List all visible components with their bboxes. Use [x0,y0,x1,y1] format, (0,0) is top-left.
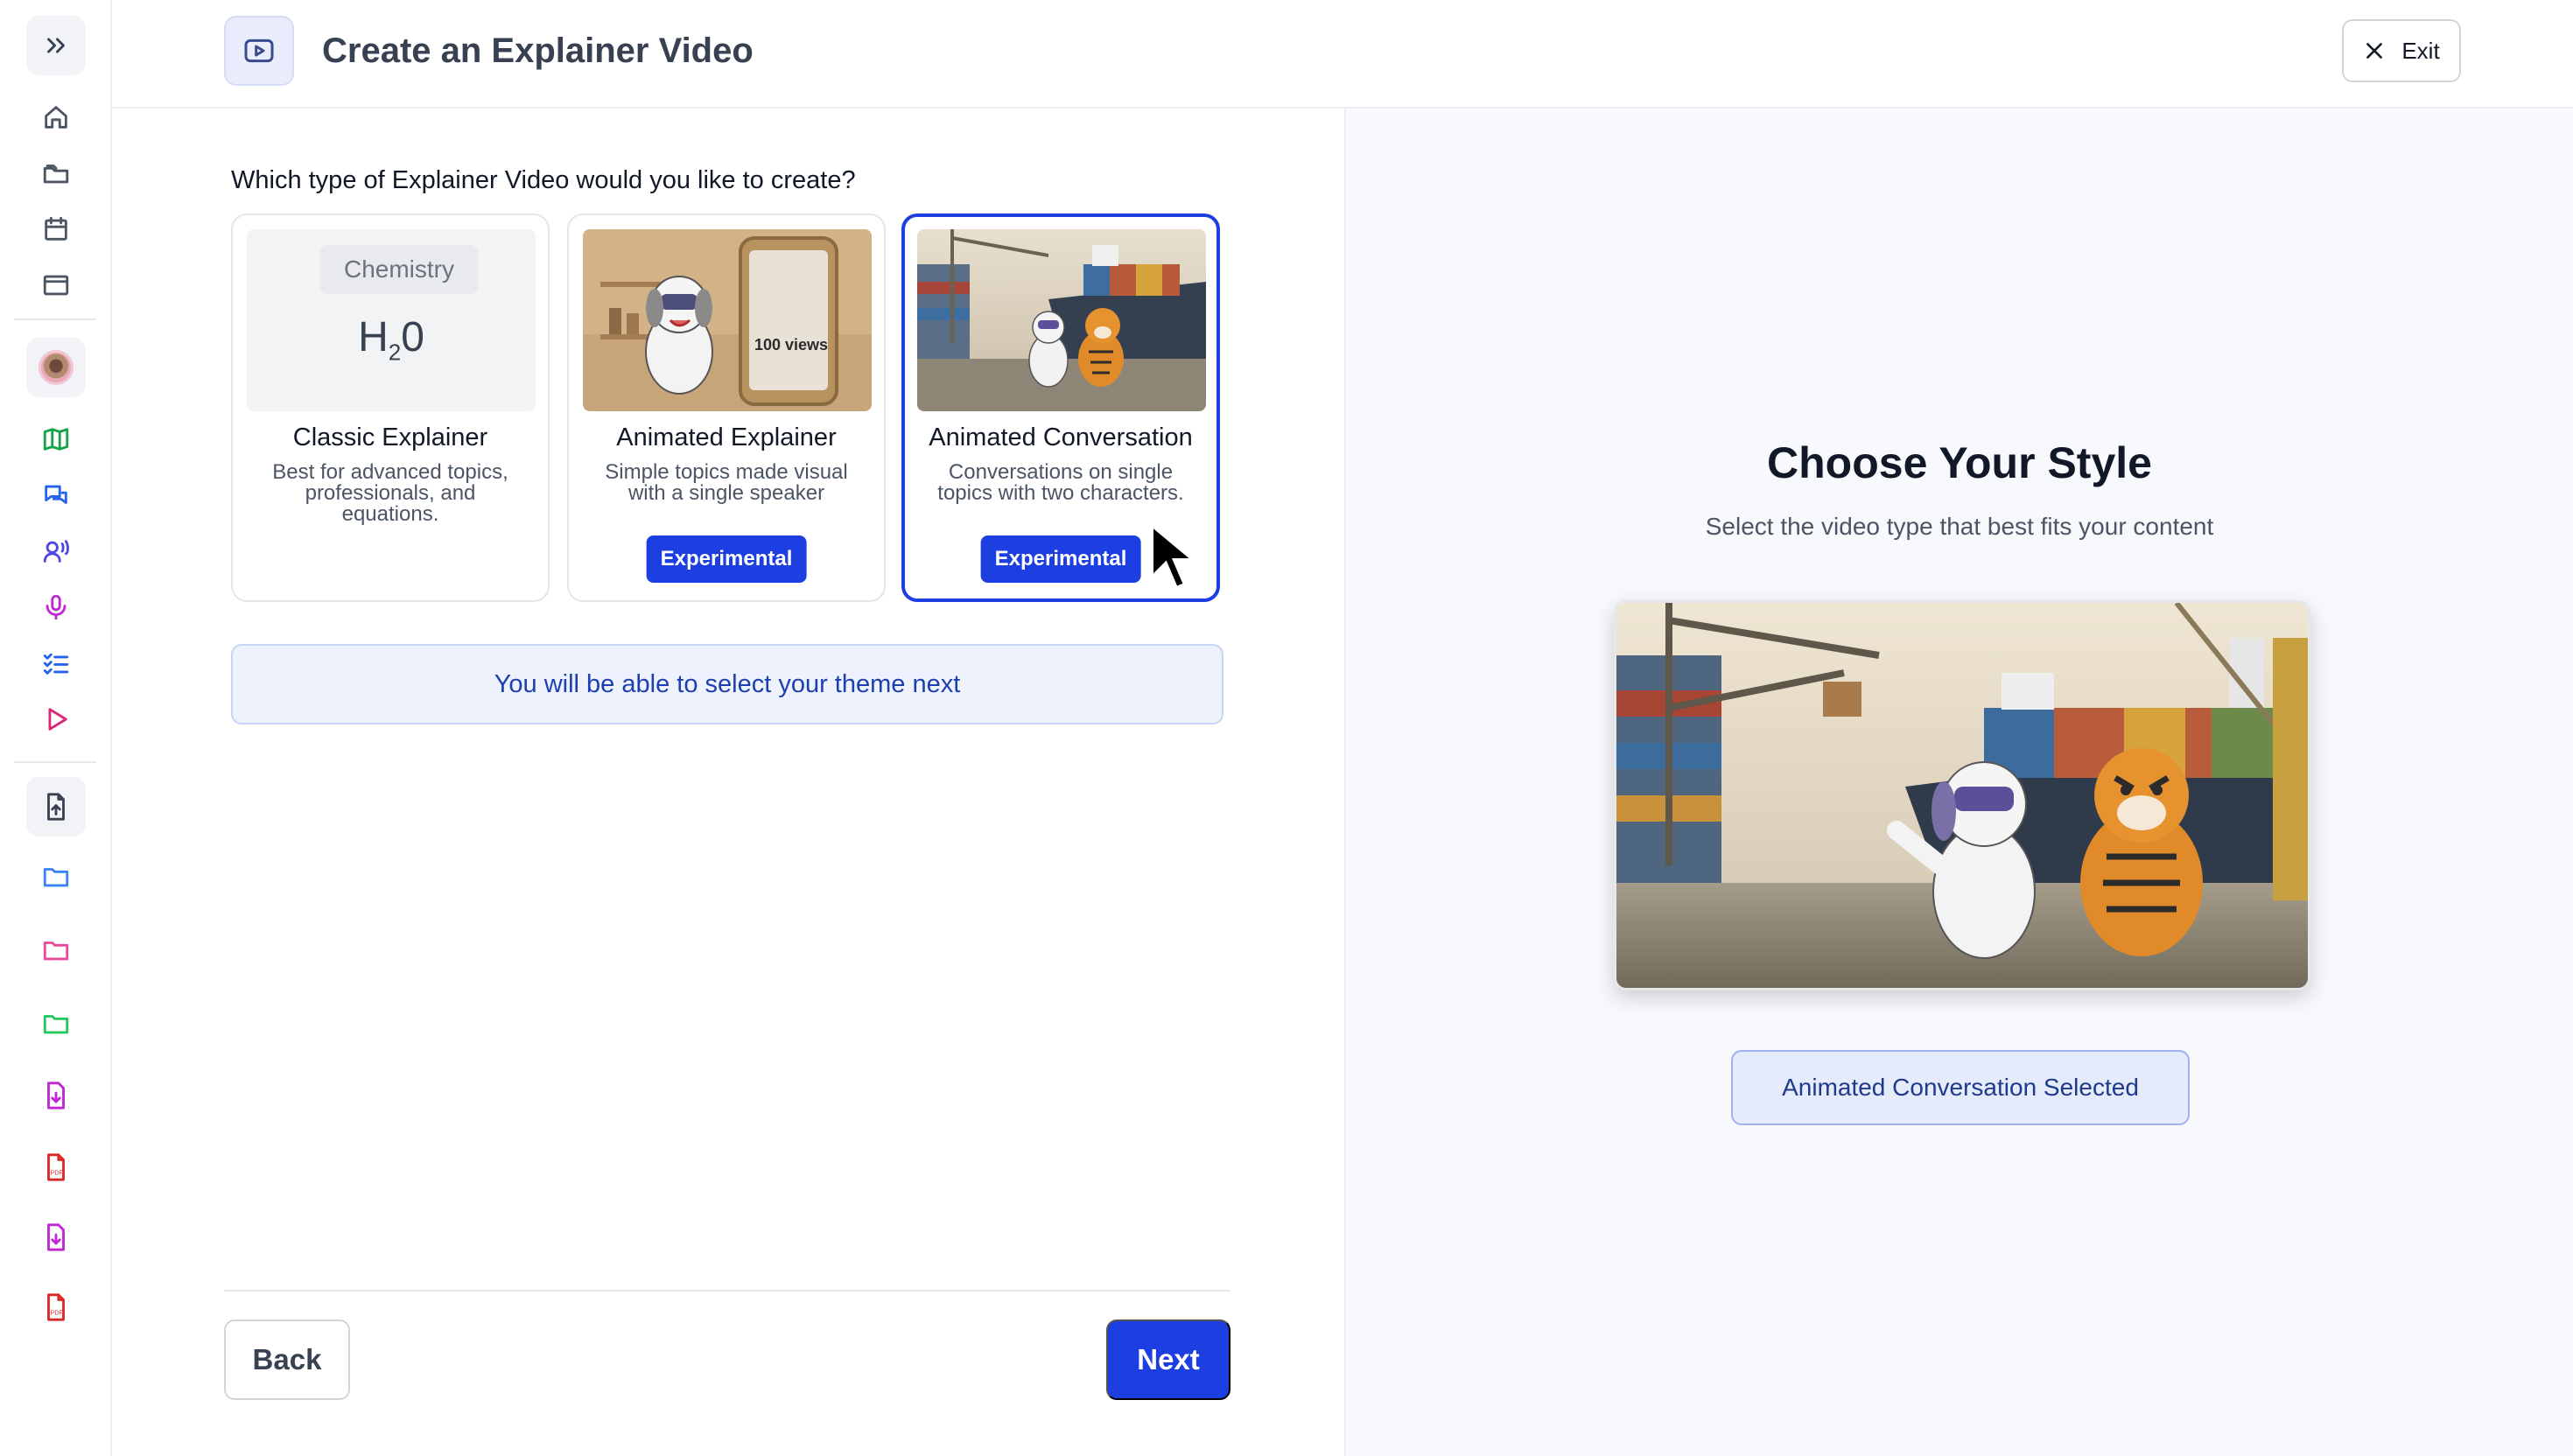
map-icon [43,428,69,451]
chat-icon [45,485,67,504]
card-classic-explainer[interactable]: Chemistry H20 Classic Explainer Best for… [231,214,550,602]
style-preview-panel: Choose Your Style Select the video type … [1344,108,2573,1456]
folder-pink-icon [43,942,69,961]
chemistry-label: Chemistry [320,245,478,294]
pdf-icon: PDF [47,1293,65,1321]
sidebar-item-download-1[interactable] [26,1066,86,1125]
sidebar-item-pdf-2[interactable]: PDF [26,1278,86,1337]
preview-image [1614,600,2310,990]
sidebar-item-window[interactable] [26,256,86,315]
sidebar-item-folder-green[interactable] [26,994,86,1054]
sidebar-item-download-2[interactable] [26,1208,86,1267]
calendar-icon [45,216,67,241]
svg-text:PDF: PDF [51,1310,64,1317]
card-animated-explainer[interactable]: 100 views Animated Explainer Simple topi… [567,214,886,602]
experimental-badge: Experimental [646,536,807,583]
next-button[interactable]: Next [1106,1320,1230,1400]
card-description: Conversations on single topics with two … [937,460,1184,505]
footer-divider [224,1290,1230,1292]
sidebar-item-pdf-1[interactable]: PDF [26,1138,86,1197]
speaker-icon [43,540,69,563]
card-title: Animated Explainer [616,424,837,452]
download-file-icon [47,1223,65,1251]
card-title: Classic Explainer [292,424,488,452]
chevrons-right-icon [47,38,65,53]
folders-icon [43,164,69,184]
card-description: Simple topics made visual with a single … [605,460,848,505]
back-button[interactable]: Back [224,1320,350,1400]
sidebar-item-microphone[interactable] [26,578,86,637]
sidebar-item-folders[interactable] [26,144,86,203]
selected-type-pill: Animated Conversation Selected [1731,1050,2190,1125]
animated-conversation-thumbnail [917,229,1206,411]
sidebar-divider [14,761,96,763]
sidebar: PDF PDF [0,0,112,1456]
home-icon [45,106,67,129]
sidebar-item-home[interactable] [26,88,86,147]
header: Create an Explainer Video Exit [112,0,2573,108]
preview-subtitle: Select the video type that best fits you… [1705,513,2214,540]
preview-title: Choose Your Style [1767,438,2152,487]
sidebar-item-folder-pink[interactable] [26,920,86,980]
window-icon [43,275,69,296]
experimental-badge: Experimental [980,536,1141,583]
classic-explainer-thumbnail: Chemistry H20 [247,229,536,411]
exit-label: Exit [2401,37,2440,64]
checklist-icon [43,653,69,675]
exit-button[interactable]: Exit [2342,19,2461,82]
svg-text:PDF: PDF [51,1170,64,1177]
animated-explainer-thumbnail: 100 views [583,229,872,411]
views-caption: 100 views [754,336,828,354]
sidebar-item-map[interactable] [26,410,86,469]
sidebar-item-calendar[interactable] [26,200,86,259]
video-icon [224,16,294,86]
sidebar-item-chat[interactable] [26,466,86,525]
upload-file-icon [47,793,65,821]
sidebar-item-profile[interactable] [26,338,86,397]
card-title: Animated Conversation [929,424,1193,452]
card-description: Best for advanced topics, professionals,… [272,460,508,526]
mouse-cursor-icon [1150,522,1199,591]
type-selection-panel: Which type of Explainer Video would you … [112,108,1344,1456]
folder-icon [43,868,69,887]
pdf-icon: PDF [47,1153,65,1181]
expand-sidebar-button[interactable] [26,16,86,75]
sidebar-item-upload[interactable] [26,777,86,836]
folder-green-icon [43,1015,69,1034]
question-label: Which type of Explainer Video would you … [231,166,856,194]
close-icon [2366,43,2383,59]
page-title: Create an Explainer Video [322,32,754,70]
sidebar-item-folder-blue[interactable] [26,847,86,906]
sidebar-item-checklist[interactable] [26,634,86,693]
download-file-icon [47,1082,65,1110]
sidebar-item-speaker[interactable] [26,522,86,581]
sidebar-divider [14,318,96,320]
microphone-icon [46,594,67,620]
sidebar-item-play[interactable] [26,690,86,749]
theme-notice: You will be able to select your theme ne… [231,644,1223,724]
formula-text: H20 [358,314,424,366]
avatar [39,350,74,385]
play-icon [48,708,67,731]
